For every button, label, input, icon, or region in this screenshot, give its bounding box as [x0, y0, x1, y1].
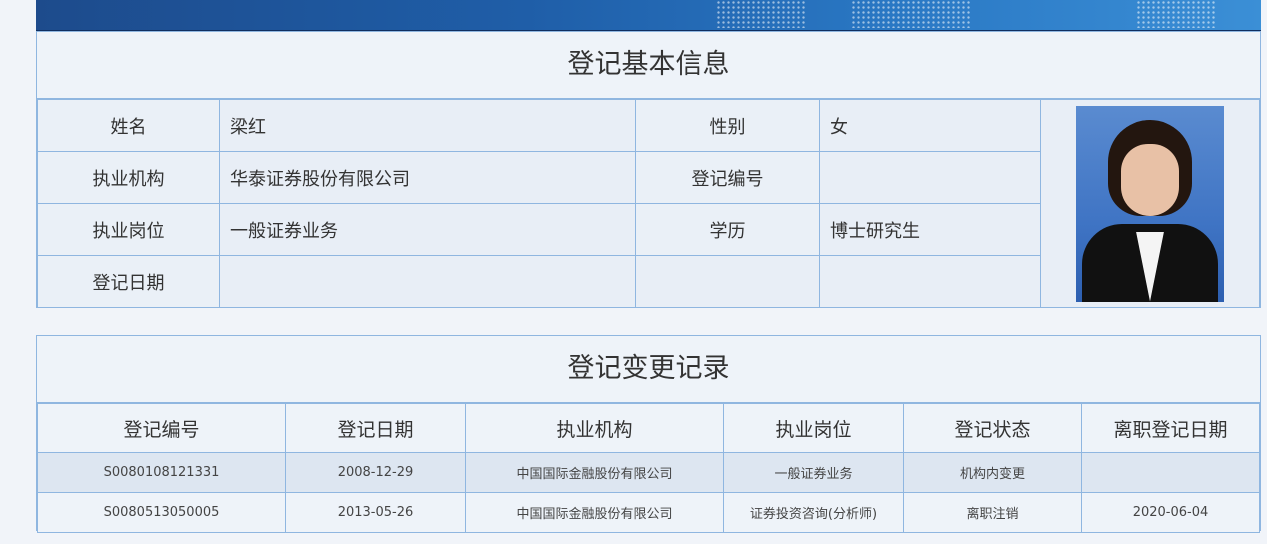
reg-date-value	[219, 255, 636, 308]
org-value: 华泰证券股份有限公司	[219, 151, 636, 204]
column-header: 离职登记日期	[1081, 403, 1260, 453]
person-photo	[1076, 105, 1224, 302]
basic-info-table: 姓名 梁红 性别 女 执业机构 华泰证券股份有限公司 登记编号 执业岗位 一般证…	[37, 99, 1260, 308]
table-cell: 机构内变更	[903, 452, 1082, 493]
position-label: 执业岗位	[37, 203, 220, 256]
table-cell: 2013-05-26	[285, 492, 466, 533]
table-row: S0080108121331 2008-12-29 中国国际金融股份有限公司 一…	[37, 452, 1260, 493]
position-value: 一般证券业务	[219, 203, 636, 256]
reg-date-label: 登记日期	[37, 255, 220, 308]
change-records-panel: 登记变更记录 登记编号 登记日期 执业机构 执业岗位 登记状态 离职登记日期 S…	[36, 335, 1261, 533]
table-cell: 离职注销	[903, 492, 1082, 533]
table-cell: S0080513050005	[37, 492, 286, 533]
table-cell: 一般证券业务	[723, 452, 904, 493]
column-header: 登记状态	[903, 403, 1082, 453]
empty-cell	[819, 255, 1041, 308]
change-records-table: 登记编号 登记日期 执业机构 执业岗位 登记状态 离职登记日期 S0080108…	[37, 403, 1260, 533]
photo-cell	[1040, 99, 1260, 308]
basic-info-title: 登记基本信息	[37, 32, 1260, 99]
gender-label: 性别	[635, 99, 820, 152]
name-label: 姓名	[37, 99, 220, 152]
table-row: S0080513050005 2013-05-26 中国国际金融股份有限公司 证…	[37, 492, 1260, 533]
header-banner	[36, 0, 1261, 32]
table-cell	[1081, 452, 1260, 493]
change-records-title: 登记变更记录	[37, 336, 1260, 403]
column-header: 执业机构	[465, 403, 724, 453]
education-label: 学历	[635, 203, 820, 256]
table-cell: 中国国际金融股份有限公司	[465, 492, 724, 533]
banner-dots-decoration	[851, 0, 971, 28]
reg-no-label: 登记编号	[635, 151, 820, 204]
table-cell: S0080108121331	[37, 452, 286, 493]
banner-dots-decoration	[1136, 0, 1216, 28]
table-cell: 2020-06-04	[1081, 492, 1260, 533]
name-value: 梁红	[219, 99, 636, 152]
gender-value: 女	[819, 99, 1041, 152]
empty-cell	[635, 255, 820, 308]
banner-dots-decoration	[716, 0, 806, 28]
reg-no-value	[819, 151, 1041, 204]
table-cell: 2008-12-29	[285, 452, 466, 493]
column-header: 登记编号	[37, 403, 286, 453]
table-cell: 证券投资咨询(分析师)	[723, 492, 904, 533]
education-value: 博士研究生	[819, 203, 1041, 256]
org-label: 执业机构	[37, 151, 220, 204]
column-header: 执业岗位	[723, 403, 904, 453]
basic-info-panel: 登记基本信息 姓名 梁红 性别 女 执业机构 华泰证券股份有限公司 登记编号 执…	[36, 31, 1261, 308]
column-header: 登记日期	[285, 403, 466, 453]
table-cell: 中国国际金融股份有限公司	[465, 452, 724, 493]
